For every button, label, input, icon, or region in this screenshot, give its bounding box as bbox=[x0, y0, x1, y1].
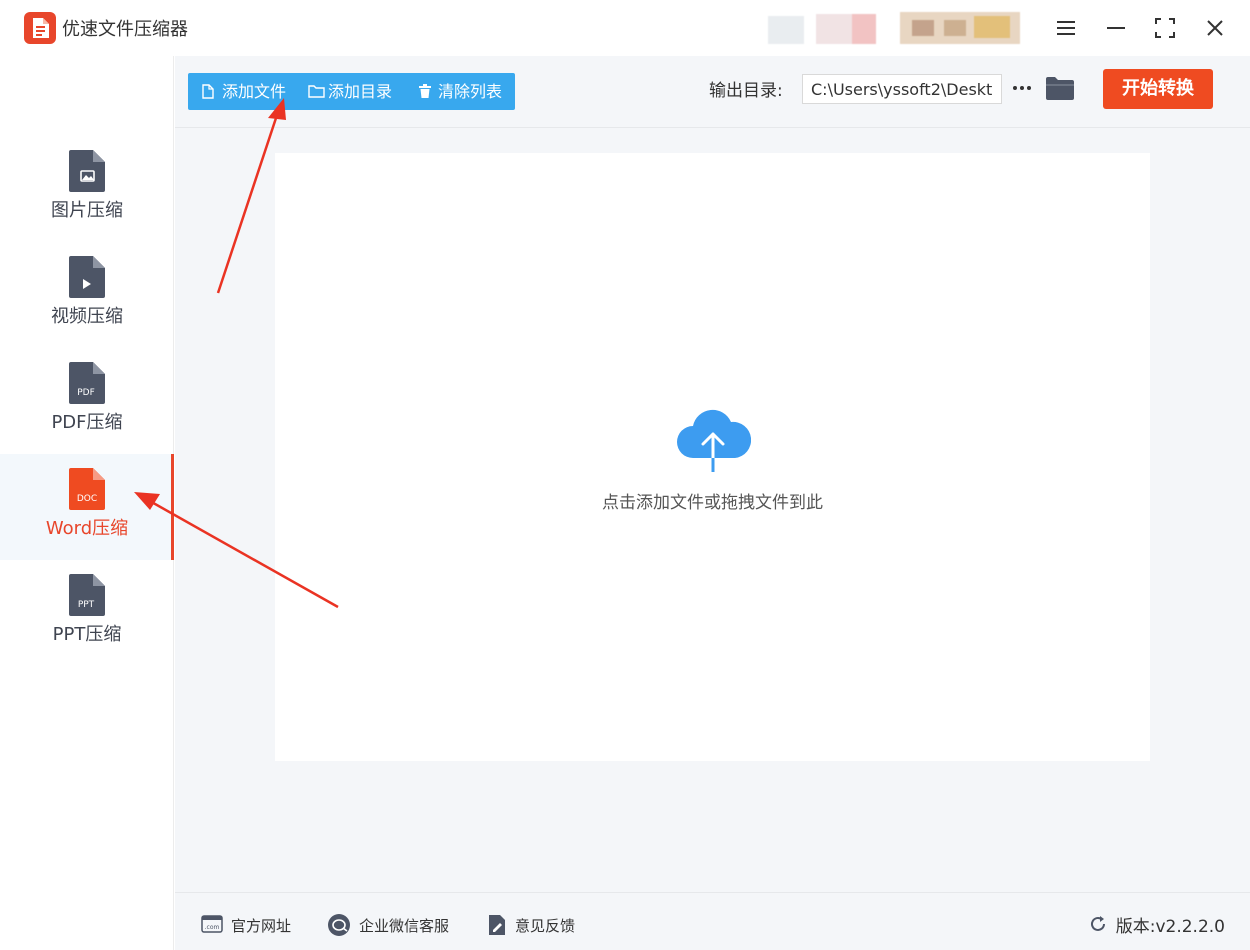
start-convert-button[interactable]: 开始转换 bbox=[1103, 69, 1213, 109]
maximize-icon[interactable] bbox=[1149, 12, 1181, 44]
sidebar-item-ppt-compress[interactable]: PPT PPT压缩 bbox=[0, 560, 174, 666]
image-file-icon bbox=[69, 150, 105, 192]
svg-text:PDF: PDF bbox=[77, 388, 95, 398]
menu-icon[interactable] bbox=[1050, 12, 1082, 44]
main-panel: 添加文件 添加目录 清除列表 输出目录: C:\Users\yssoft2\De… bbox=[175, 56, 1250, 892]
folder-outline-icon bbox=[308, 85, 325, 98]
title-bar: 优速文件压缩器 bbox=[0, 0, 1250, 56]
website-icon: .com bbox=[201, 915, 223, 933]
svg-text:DOC: DOC bbox=[77, 494, 97, 504]
file-drop-zone[interactable]: 点击添加文件或拖拽文件到此 bbox=[275, 153, 1150, 761]
footer: .com 官方网址 企业微信客服 意见反馈 版本:v2.2.2.0 bbox=[175, 892, 1250, 950]
video-file-icon bbox=[69, 256, 105, 298]
sidebar-item-label: 视频压缩 bbox=[51, 306, 123, 327]
output-dir-field[interactable] bbox=[802, 74, 1002, 104]
app-logo-icon bbox=[24, 12, 56, 44]
drop-zone-hint: 点击添加文件或拖拽文件到此 bbox=[602, 493, 823, 513]
sidebar-item-label: PDF压缩 bbox=[51, 412, 123, 433]
sidebar-item-pdf-compress[interactable]: PDF PDF压缩 bbox=[0, 348, 174, 454]
sidebar-item-image-compress[interactable]: 图片压缩 bbox=[0, 136, 174, 242]
sidebar-item-label: Word压缩 bbox=[45, 518, 129, 539]
wechat-chat-icon bbox=[328, 914, 350, 936]
cloud-upload-icon bbox=[677, 409, 751, 474]
version-info: 版本:v2.2.2.0 bbox=[1090, 912, 1225, 937]
refresh-icon[interactable] bbox=[1088, 914, 1108, 934]
file-icon bbox=[202, 84, 214, 99]
minimize-icon[interactable] bbox=[1100, 12, 1132, 44]
sidebar-item-video-compress[interactable]: 视频压缩 bbox=[0, 242, 174, 348]
ppt-file-icon: PPT bbox=[69, 574, 105, 616]
sidebar: 图片压缩 视频压缩 PDF PDF压缩 DOC Word压缩 PPT PPT压缩 bbox=[0, 56, 174, 950]
pdf-file-icon: PDF bbox=[69, 362, 105, 404]
feedback-icon bbox=[489, 915, 505, 935]
open-folder-icon[interactable] bbox=[1045, 75, 1075, 101]
close-icon[interactable] bbox=[1199, 12, 1231, 44]
doc-file-icon: DOC bbox=[69, 468, 105, 510]
app-title: 优速文件压缩器 bbox=[62, 19, 188, 40]
trash-icon bbox=[419, 84, 431, 98]
blurred-account-area bbox=[768, 12, 1030, 46]
version-text: 版本:v2.2.2.0 bbox=[1115, 917, 1225, 937]
sidebar-item-label: 图片压缩 bbox=[51, 200, 123, 221]
output-dir-label: 输出目录: bbox=[709, 81, 783, 101]
toolbar: 添加文件 添加目录 清除列表 输出目录: C:\Users\yssoft2\De… bbox=[175, 56, 1250, 128]
file-actions-group: 添加文件 添加目录 清除列表 bbox=[188, 73, 515, 110]
sidebar-item-word-compress[interactable]: DOC Word压缩 bbox=[0, 454, 174, 560]
sidebar-item-label: PPT压缩 bbox=[52, 624, 122, 645]
more-options-icon[interactable] bbox=[1011, 76, 1033, 100]
svg-text:PPT: PPT bbox=[78, 600, 95, 610]
svg-text:.com: .com bbox=[205, 924, 220, 931]
